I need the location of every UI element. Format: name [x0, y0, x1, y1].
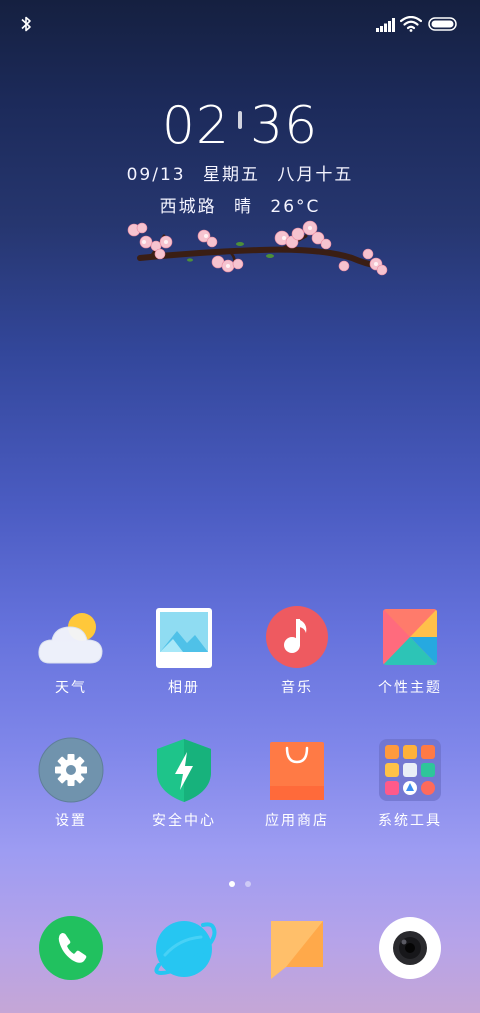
clock-minute: 36: [250, 96, 319, 156]
app-label: 设置: [55, 813, 87, 829]
settings-gear-icon: [36, 736, 106, 806]
app-weather[interactable]: 天气: [16, 603, 126, 698]
battery-icon: [428, 17, 457, 31]
app-label: 系统工具: [378, 813, 442, 829]
status-bar: [0, 0, 480, 48]
app-gallery[interactable]: 相册: [129, 603, 239, 698]
browser-planet-icon: [154, 921, 217, 977]
dock-phone[interactable]: [36, 913, 106, 983]
phone-icon: [39, 916, 103, 980]
clock-weather-widget[interactable]: 02 36 09/13 星期五 八月十五 西城路 晴 26°C: [0, 92, 480, 220]
app-settings[interactable]: 设置: [16, 736, 126, 831]
dock-browser[interactable]: [149, 913, 219, 983]
folder-system-tools[interactable]: 系统工具: [355, 736, 465, 831]
app-label: 音乐: [281, 680, 313, 696]
app-themes[interactable]: 个性主题: [355, 603, 465, 698]
weather-icon: [36, 603, 106, 673]
date-line: 09/13 星期五 八月十五: [0, 162, 480, 188]
folder-icon: [375, 736, 445, 806]
weekday-text: 星期五: [203, 165, 260, 185]
app-label: 安全中心: [152, 813, 216, 829]
app-security-center[interactable]: 安全中心: [129, 736, 239, 831]
app-music[interactable]: 音乐: [242, 603, 352, 698]
app-store-bag-icon: [262, 736, 332, 806]
clock-separator: [238, 111, 242, 129]
blossom-branch-decoration: [127, 220, 388, 276]
app-label: 应用商店: [265, 813, 329, 829]
lunar-date-text: 八月十五: [277, 165, 354, 185]
bluetooth-icon: [21, 16, 31, 32]
music-icon: [262, 603, 332, 673]
themes-icon: [375, 603, 445, 673]
page-dot-2[interactable]: [245, 881, 251, 887]
app-label: 个性主题: [378, 680, 442, 696]
app-label: 天气: [55, 680, 87, 696]
messages-icon: [271, 921, 323, 979]
gallery-icon: [149, 603, 219, 673]
date-text: 09/13: [126, 165, 186, 185]
cellular-signal-icon: [376, 18, 395, 32]
security-shield-icon: [149, 736, 219, 806]
page-dot-1[interactable]: [229, 881, 235, 887]
app-store[interactable]: 应用商店: [242, 736, 352, 831]
app-label: 相册: [168, 680, 200, 696]
dock-messages[interactable]: [262, 913, 332, 983]
clock-time: 02 36: [0, 92, 480, 160]
wifi-icon: [400, 16, 422, 32]
clock-hour: 02: [161, 96, 230, 156]
page-indicator[interactable]: [0, 872, 480, 891]
dock-camera[interactable]: [375, 913, 445, 983]
camera-icon: [379, 917, 441, 979]
